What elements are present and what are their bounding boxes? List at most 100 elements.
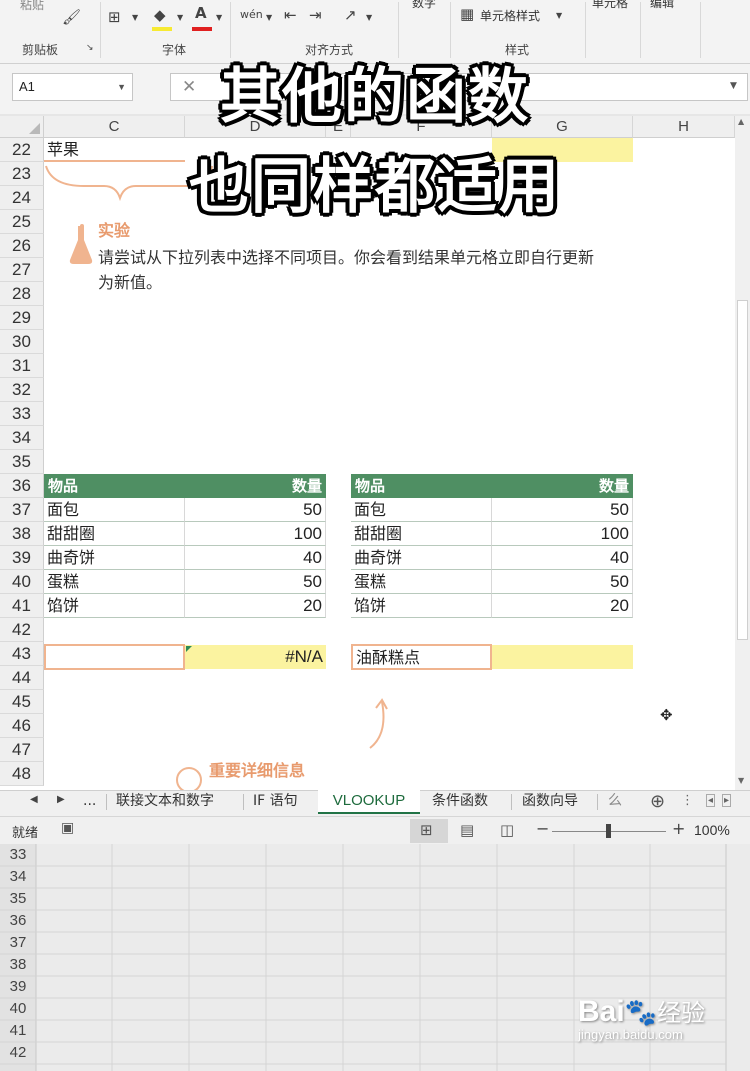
table1-item[interactable]: 蛋糕 [44,570,185,594]
row-header[interactable]: 37 [0,932,36,954]
table1-qty[interactable]: 50 [185,498,326,522]
tab-function-wizard[interactable]: 函数向导 [516,790,584,814]
paste-button[interactable]: 粘贴 [20,0,44,13]
zoom-out-icon[interactable]: − [536,819,549,838]
table2-item[interactable]: 曲奇饼 [351,546,492,570]
row-header[interactable]: 30 [0,330,44,354]
row-header[interactable]: 36 [0,474,44,498]
table2-qty[interactable]: 20 [492,594,633,618]
font-color-icon[interactable]: A [195,4,207,22]
cell-style-button[interactable]: 单元格样式 [480,7,540,24]
table1-item[interactable]: 面包 [44,498,185,522]
tab-join-text[interactable]: 联接文本和数字 [110,790,220,814]
row-header[interactable]: 26 [0,234,44,258]
row-header[interactable]: 34 [0,426,44,450]
row-header[interactable]: 28 [0,282,44,306]
row-header[interactable]: 48 [0,762,44,786]
row-header[interactable]: 46 [0,714,44,738]
row-header[interactable]: 40 [0,570,44,594]
row-header[interactable]: 34 [0,866,36,888]
table1-qty[interactable]: 100 [185,522,326,546]
row-header[interactable]: 47 [0,738,44,762]
increase-indent-icon[interactable]: ⇥ [309,6,322,24]
cells-button[interactable]: 单元格 [592,0,628,11]
vertical-scroll-thumb[interactable] [737,300,748,640]
row-header[interactable]: 40 [0,998,36,1020]
tab-more[interactable]: 么 [602,790,628,814]
split-right-icon[interactable]: ▸ [722,794,732,807]
table2-qty[interactable]: 100 [492,522,633,546]
table2-item[interactable]: 甜甜圈 [351,522,492,546]
row-header[interactable]: 38 [0,522,44,546]
number-format-button[interactable]: 数字 [412,0,436,11]
table1-item[interactable]: 甜甜圈 [44,522,185,546]
row-header[interactable]: 27 [0,258,44,282]
row-header[interactable]: 35 [0,450,44,474]
table2-item[interactable]: 面包 [351,498,492,522]
row-header[interactable]: 38 [0,954,36,976]
row-header[interactable]: 35 [0,888,36,910]
zoom-level[interactable]: 100% [694,822,730,838]
row-header[interactable]: 39 [0,976,36,998]
chevron-down-icon[interactable]: ▼ [216,13,222,22]
result-cell-g43[interactable] [492,645,633,669]
table1-qty[interactable]: 20 [185,594,326,618]
row-header[interactable]: 32 [0,378,44,402]
row-header[interactable]: 33 [0,402,44,426]
row-header[interactable]: 29 [0,306,44,330]
tab-vlookup[interactable]: VLOOKUP [318,790,420,814]
table1-item[interactable]: 曲奇饼 [44,546,185,570]
tab-scroll-left-icon[interactable]: ◀ [30,794,38,805]
row-header[interactable]: 31 [0,354,44,378]
tab-conditional-functions[interactable]: 条件函数 [426,790,494,814]
row-header[interactable]: 44 [0,666,44,690]
table1-qty[interactable]: 50 [185,570,326,594]
add-sheet-icon[interactable]: ⊕ [650,791,665,812]
result-cell-d43[interactable]: #N/A [185,645,326,669]
normal-view-icon[interactable]: ⊞ [420,821,433,839]
table2-qty[interactable]: 50 [492,498,633,522]
chevron-down-icon[interactable]: ▼ [556,11,562,20]
row-header[interactable]: 41 [0,1020,36,1042]
tab-scroll-right-icon[interactable]: ▶ [57,794,65,805]
chevron-down-icon[interactable]: ▼ [177,13,183,22]
borders-icon[interactable]: ⊞ [108,8,121,26]
lookup-input-cell-f43[interactable]: 油酥糕点 [351,644,492,670]
scroll-down-icon[interactable]: ▼ [738,776,744,785]
orientation-icon[interactable]: ↗ [344,6,357,24]
row-header[interactable]: 42 [0,618,44,642]
more-options-icon[interactable]: ⋮ [681,793,694,808]
table2-qty[interactable]: 40 [492,546,633,570]
row-header[interactable]: 45 [0,690,44,714]
table1-item[interactable]: 馅饼 [44,594,185,618]
editing-button[interactable]: 编辑 [650,0,674,11]
tab-if-statement[interactable]: IF 语句 [247,790,304,814]
table2-item[interactable]: 蛋糕 [351,570,492,594]
macro-record-icon[interactable]: ▣ [61,820,74,836]
table2-qty[interactable]: 50 [492,570,633,594]
cell-style-icon[interactable]: ▦ [460,5,474,23]
lookup-input-cell-c43[interactable] [44,644,185,670]
row-header[interactable]: 39 [0,546,44,570]
tab-ellipsis[interactable]: ... [77,790,102,814]
chevron-down-icon[interactable]: ▼ [366,13,372,22]
table1-qty[interactable]: 40 [185,546,326,570]
row-header[interactable]: 36 [0,910,36,932]
page-break-icon[interactable]: ◫ [500,821,514,839]
phonetic-icon[interactable]: wén [240,8,263,21]
fill-color-icon[interactable]: ◆ [154,6,166,24]
format-painter-icon[interactable]: 🖌 [62,8,81,26]
row-header[interactable]: 42 [0,1042,36,1064]
split-left-icon[interactable]: ◂ [706,794,716,807]
zoom-in-icon[interactable]: + [672,819,685,838]
row-header[interactable]: 41 [0,594,44,618]
page-layout-icon[interactable]: ▤ [460,821,474,839]
row-header[interactable]: 37 [0,498,44,522]
decrease-indent-icon[interactable]: ⇤ [284,6,297,24]
table2-item[interactable]: 馅饼 [351,594,492,618]
chevron-down-icon[interactable]: ▼ [266,13,272,22]
chevron-down-icon[interactable]: ▼ [132,13,138,22]
row-header[interactable]: 43 [0,642,44,666]
row-header[interactable]: 33 [0,844,36,866]
zoom-slider-thumb[interactable] [606,824,611,838]
